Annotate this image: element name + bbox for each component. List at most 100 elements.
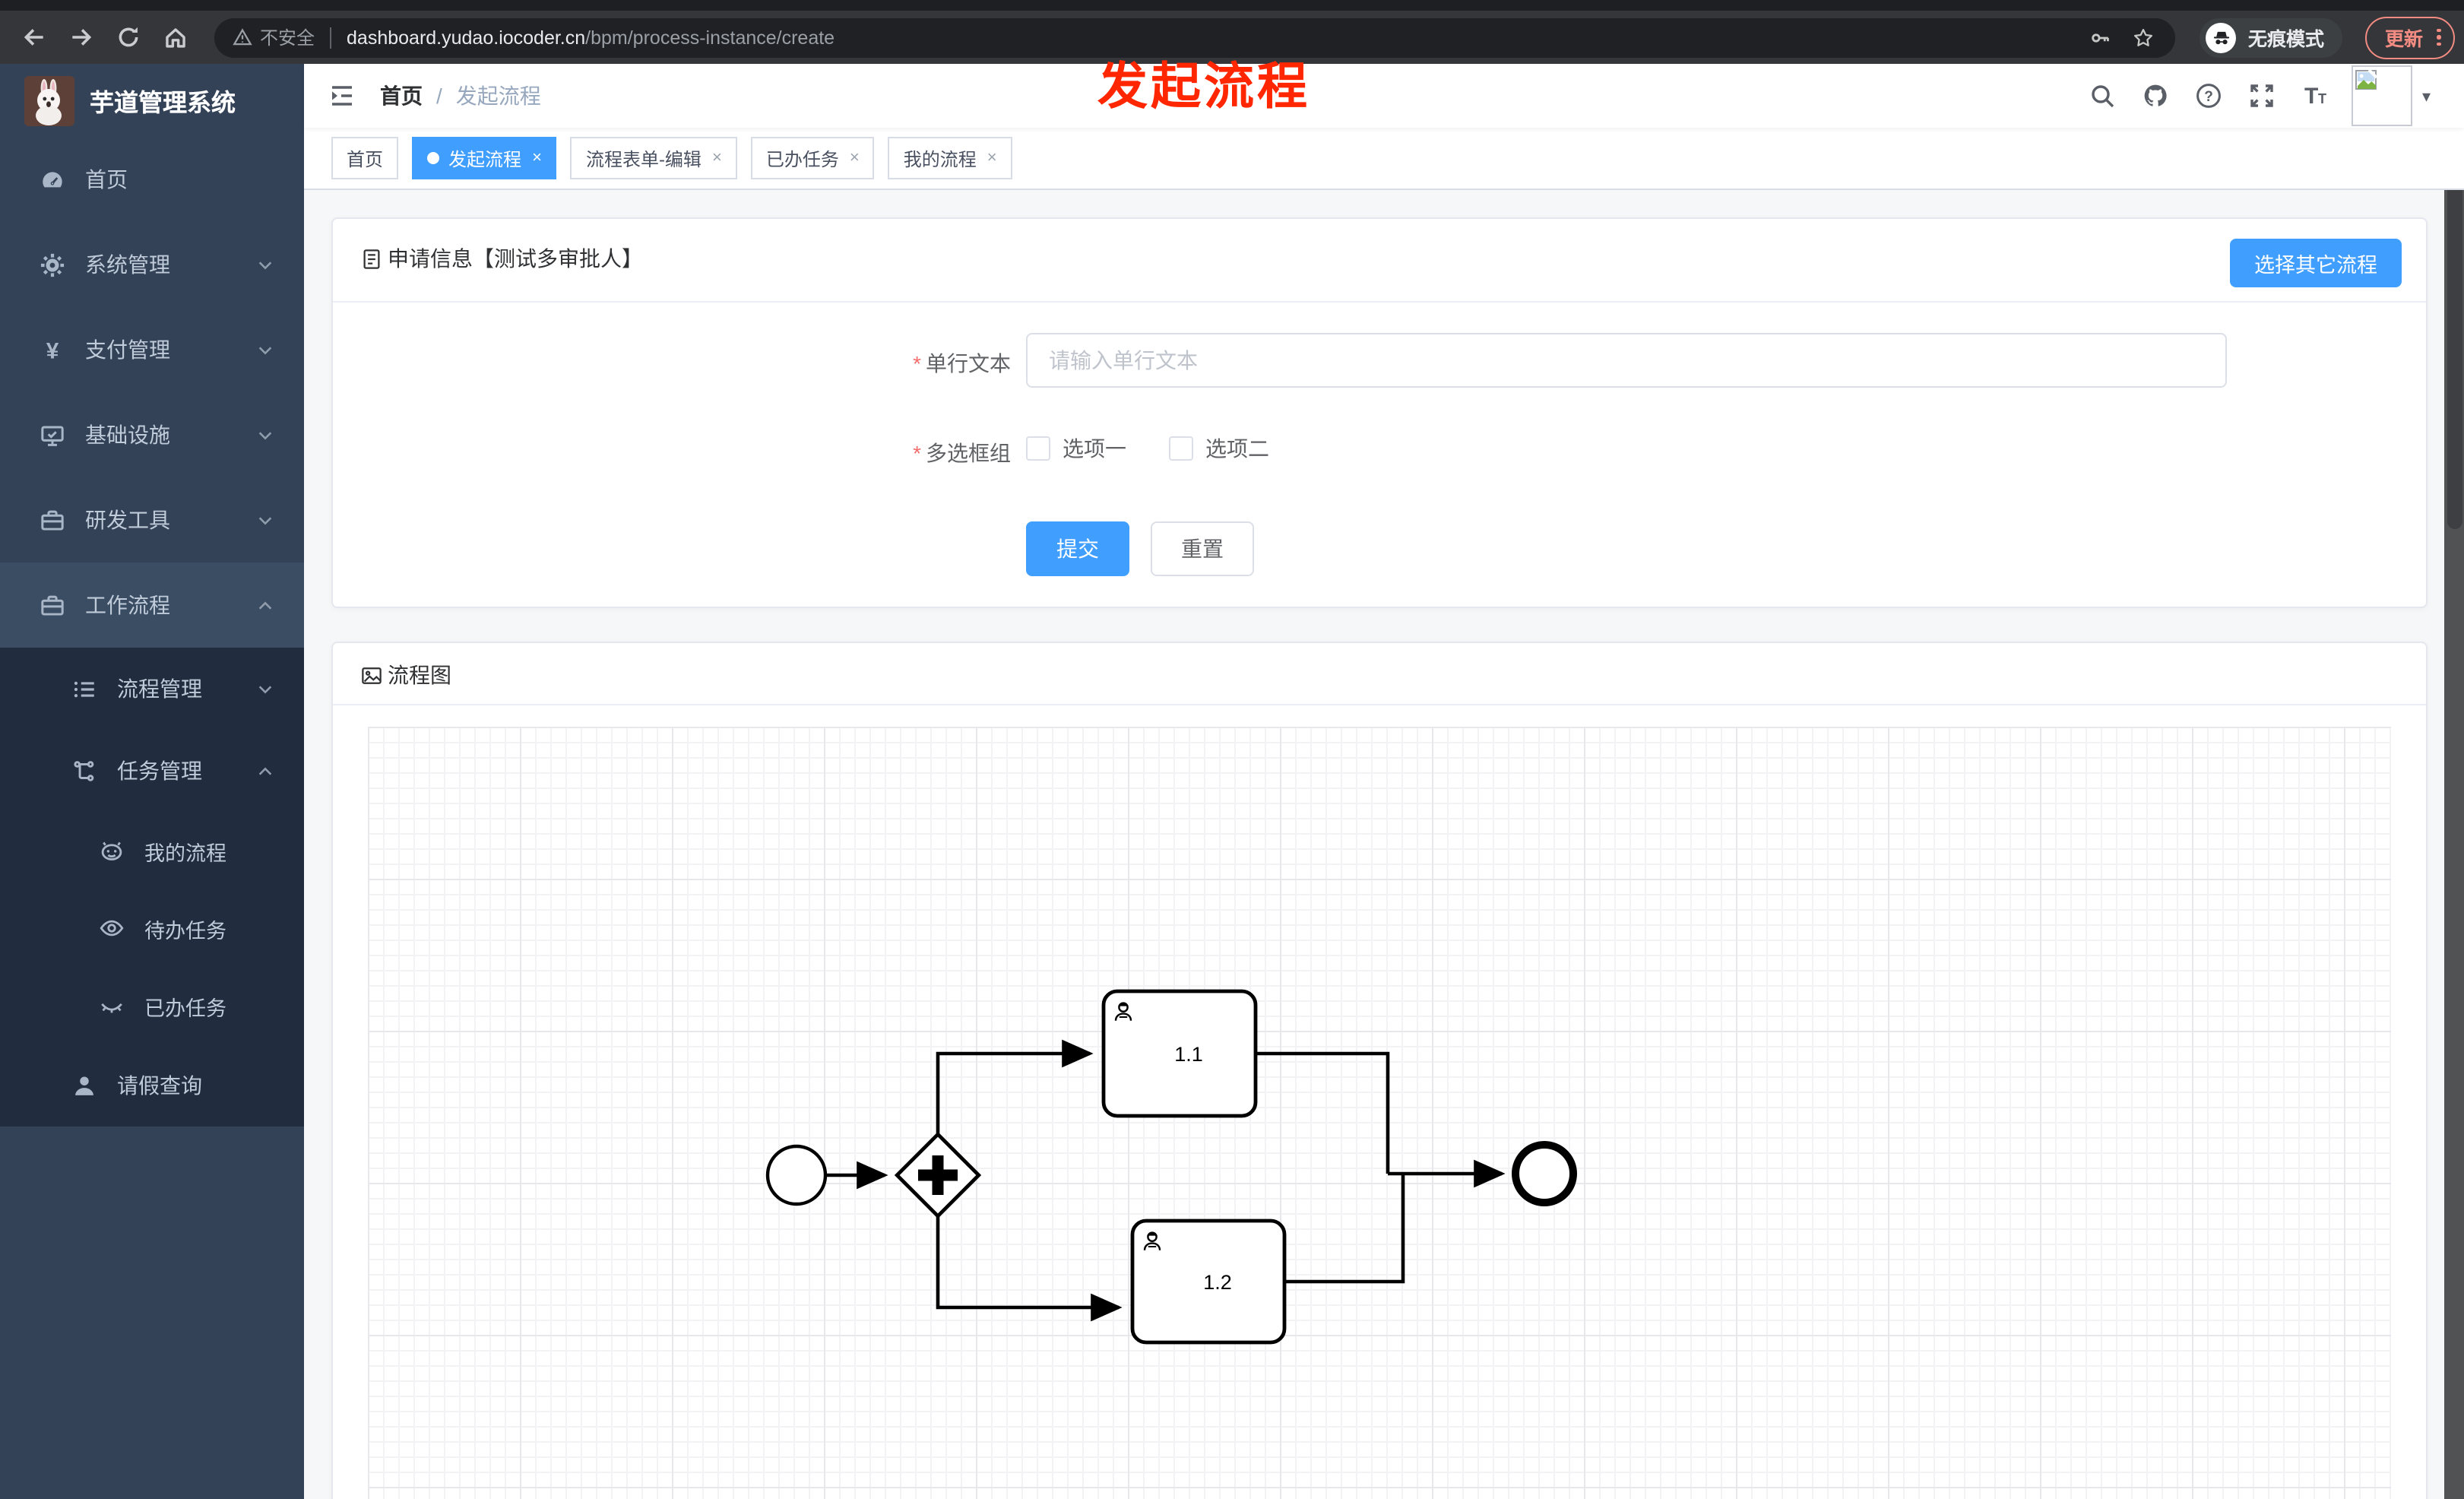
flow-gateway-task2 <box>936 1216 1123 1322</box>
card-title: 申请信息【测试多审批人】 <box>388 246 643 271</box>
close-icon[interactable]: × <box>987 149 997 167</box>
bpmn-user-task-2[interactable]: 1.2 <box>1130 1219 1287 1345</box>
robot-face-icon <box>99 838 125 864</box>
close-icon[interactable]: × <box>850 149 860 167</box>
bpmn-end-event[interactable] <box>1512 1141 1577 1206</box>
checkbox-icon[interactable] <box>1026 436 1050 461</box>
url-divider <box>330 27 332 48</box>
choose-other-process-button[interactable]: 选择其它流程 <box>2230 239 2402 287</box>
bpmn-diagram: 1.1 1.2 <box>765 989 1577 1345</box>
broken-image-icon <box>2355 68 2379 90</box>
main-area: 首页 / 发起流程 ? TT ▾ 首页 发起流程 × 流程表单-编辑 × 已办任… <box>304 64 2464 1499</box>
toolbox-icon <box>40 507 65 533</box>
sidebar-item-process-mgmt[interactable]: 流程管理 <box>0 648 304 730</box>
incognito-icon <box>2206 22 2236 52</box>
page-scrollbar[interactable] <box>2444 64 2464 1499</box>
incognito-badge: 无痕模式 <box>2200 17 2343 57</box>
checkbox-group-label: * 多选框组 <box>913 441 1011 465</box>
workflow-submenu: 流程管理 任务管理 我的流程 待办任务 已办任务 请假查询 <box>0 648 304 1127</box>
forward-icon[interactable] <box>68 24 94 50</box>
eye-closed-icon <box>99 993 125 1019</box>
help-icon[interactable]: ? <box>2196 82 2223 109</box>
yen-icon: ¥ <box>40 337 65 363</box>
sidebar-item-infra[interactable]: 基础设施 <box>0 392 304 477</box>
checkbox-option-2[interactable]: 选项二 <box>1169 433 1269 464</box>
screenshot-root: 不安全 dashboard.yudao.iocoder.cn/bpm/proce… <box>0 0 2464 1499</box>
browser-tab-strip <box>0 0 2464 11</box>
url-domain[interactable]: dashboard.yudao.iocoder.cn <box>347 27 585 48</box>
card-header: 申请信息【测试多审批人】 选择其它流程 <box>333 219 2426 303</box>
sidebar: 芋道管理系统 首页 系统管理 ¥ 支付管理 基础设施 研发工具 工作流程 流程管… <box>0 64 304 1499</box>
bookmark-star-icon[interactable] <box>2133 27 2154 48</box>
update-label[interactable]: 更新 <box>2385 23 2423 52</box>
sidebar-item-done-tasks[interactable]: 已办任务 <box>0 967 304 1044</box>
gauge-icon <box>40 166 65 192</box>
single-line-text-input[interactable] <box>1026 333 2227 388</box>
annotation-text: 发起流程 <box>1097 58 1310 114</box>
breadcrumb-home[interactable]: 首页 <box>380 81 423 111</box>
tab-home[interactable]: 首页 <box>331 137 399 179</box>
password-key-icon[interactable] <box>2090 27 2111 48</box>
bpmn-start-event[interactable] <box>765 1144 828 1206</box>
svg-text:T: T <box>2305 84 2319 109</box>
breadcrumb: 首页 / 发起流程 <box>380 81 541 111</box>
font-size-icon[interactable]: TT <box>2302 82 2329 109</box>
bpmn-user-task-1[interactable]: 1.1 <box>1101 989 1258 1118</box>
app-logo[interactable]: 芋道管理系统 <box>0 64 304 137</box>
page-content: 申请信息【测试多审批人】 选择其它流程 *单行文本 *多选框组 选项一 选项二 … <box>304 190 2464 1499</box>
sidebar-item-task-mgmt[interactable]: 任务管理 <box>0 730 304 812</box>
briefcase-icon <box>40 592 65 618</box>
sidebar-item-my-process[interactable]: 我的流程 <box>0 812 304 889</box>
reset-button[interactable]: 重置 <box>1151 521 1254 576</box>
tab-form-edit[interactable]: 流程表单-编辑 × <box>570 137 737 179</box>
card-header: 流程图 <box>333 643 2426 705</box>
submit-button[interactable]: 提交 <box>1026 521 1129 576</box>
sidebar-item-home[interactable]: 首页 <box>0 137 304 222</box>
chevron-down-icon <box>257 512 274 528</box>
checkbox-group: 选项一 选项二 <box>1026 433 1269 464</box>
browser-menu-icon[interactable] <box>2437 28 2441 46</box>
github-icon[interactable] <box>2143 82 2170 109</box>
sidebar-item-todo-tasks[interactable]: 待办任务 <box>0 889 304 967</box>
chevron-up-icon <box>257 597 274 613</box>
back-icon[interactable] <box>21 24 47 50</box>
sidebar-menu: 首页 系统管理 ¥ 支付管理 基础设施 研发工具 工作流程 流程管理 任务管理 … <box>0 137 304 1127</box>
active-dot <box>427 152 440 164</box>
svg-text:T: T <box>2319 91 2327 106</box>
sidebar-item-workflow[interactable]: 工作流程 <box>0 563 304 648</box>
reload-icon[interactable] <box>116 24 141 50</box>
checkbox-icon[interactable] <box>1169 436 1193 461</box>
home-icon[interactable] <box>163 24 188 50</box>
svg-text:¥: ¥ <box>46 338 59 363</box>
search-icon[interactable] <box>2089 82 2117 109</box>
bpmn-parallel-gateway[interactable] <box>894 1131 982 1219</box>
close-icon[interactable]: × <box>712 149 722 167</box>
security-label[interactable]: 不安全 <box>260 24 315 50</box>
apply-info-card: 申请信息【测试多审批人】 选择其它流程 *单行文本 *多选框组 选项一 选项二 … <box>331 217 2428 608</box>
sidebar-item-payment[interactable]: ¥ 支付管理 <box>0 307 304 392</box>
not-secure-warning-icon <box>233 27 252 47</box>
tab-my-process[interactable]: 我的流程 × <box>888 137 1012 179</box>
incognito-label: 无痕模式 <box>2248 29 2325 50</box>
eye-icon <box>99 915 125 941</box>
chevron-down-icon <box>257 341 274 358</box>
user-avatar[interactable] <box>2352 65 2413 126</box>
avatar-caret-icon[interactable]: ▾ <box>2422 86 2431 106</box>
close-icon[interactable]: × <box>532 149 542 167</box>
list-icon <box>71 676 97 702</box>
sidebar-item-leave-query[interactable]: 请假查询 <box>0 1044 304 1127</box>
browser-update-button[interactable]: 更新 <box>2365 16 2455 59</box>
bpmn-canvas[interactable]: 1.1 1.2 <box>368 727 2391 1499</box>
text-field-label: * 单行文本 <box>913 351 1011 376</box>
user-icon <box>71 1073 97 1098</box>
tags-view-bar: 首页 发起流程 × 流程表单-编辑 × 已办任务 × 我的流程 × <box>304 128 2464 190</box>
sidebar-collapse-icon[interactable] <box>328 82 356 109</box>
url-path[interactable]: /bpm/process-instance/create <box>585 27 835 48</box>
tree-icon <box>71 758 97 784</box>
sidebar-item-devtools[interactable]: 研发工具 <box>0 477 304 563</box>
tab-done-tasks[interactable]: 已办任务 × <box>750 137 875 179</box>
fullscreen-icon[interactable] <box>2249 82 2276 109</box>
tab-start-process[interactable]: 发起流程 × <box>412 137 557 179</box>
sidebar-item-system[interactable]: 系统管理 <box>0 222 304 307</box>
checkbox-option-1[interactable]: 选项一 <box>1026 433 1126 464</box>
